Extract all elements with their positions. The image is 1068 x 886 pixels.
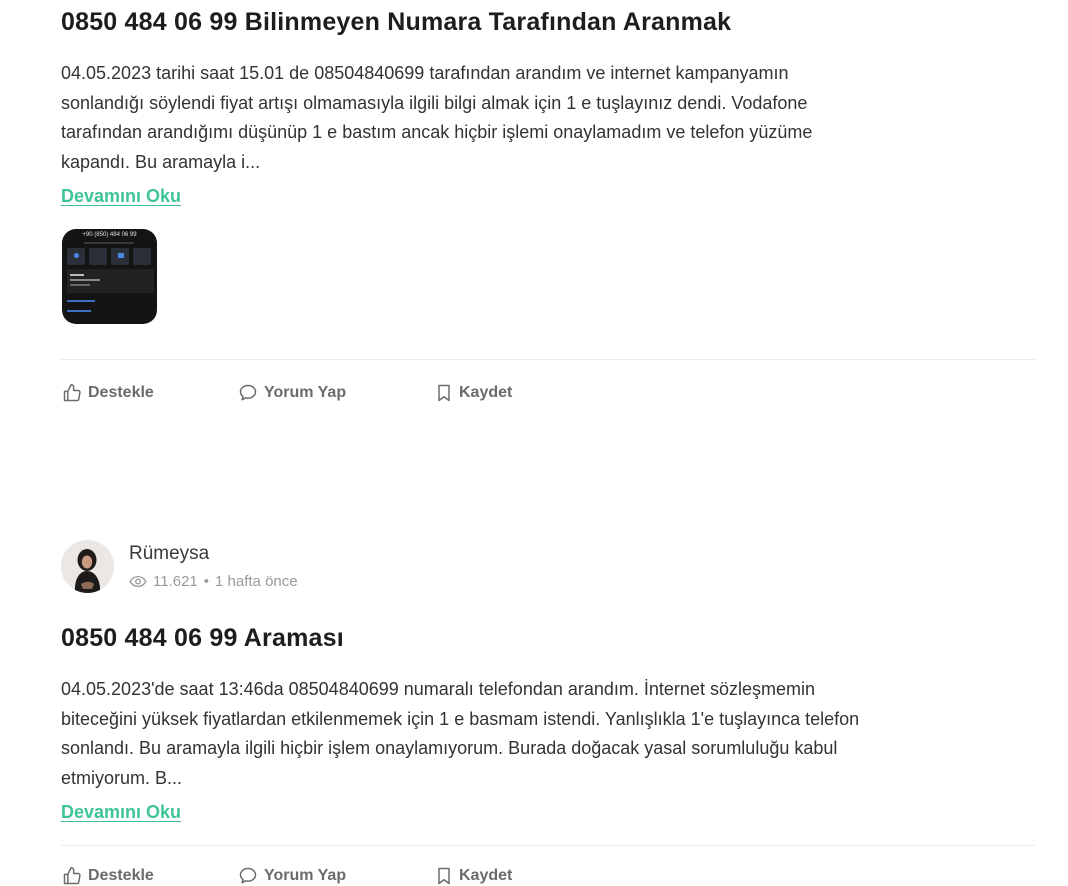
comment-icon [239,384,257,401]
avatar[interactable] [61,540,114,593]
view-count: 11.621 [153,573,198,590]
author-name[interactable]: Rümeysa [129,543,298,565]
call-control-cell [133,248,151,265]
complaint-title[interactable]: 0850 484 06 99 Araması [61,624,1035,653]
excerpt-line: biteceğini yüksek fiyatlardan etkilenmem… [61,708,860,729]
thumbs-up-icon [63,866,81,885]
excerpt-line: etmiyorum. B... [61,767,183,788]
action-bar: Destekle Yorum Yap Kaydet [61,383,512,403]
complaint-title[interactable]: 0850 484 06 99 Bilinmeyen Numara Tarafın… [61,8,1035,37]
screenshot-link-line [67,300,95,302]
excerpt-line: sonlandığı söylendi fiyat artışı olmamas… [61,92,808,113]
complaint-excerpt: 04.05.2023 tarihi saat 15.01 de 08504840… [61,59,1035,177]
author-info: Rümeysa 11.621 • 1 hafta önce [129,543,298,590]
comment-button[interactable]: Yorum Yap [237,866,434,886]
call-info-panel [67,269,154,293]
comment-button[interactable]: Yorum Yap [237,383,434,403]
support-label: Destekle [88,384,154,401]
comment-icon [239,867,257,884]
complaint-card: 0850 484 06 99 Bilinmeyen Numara Tarafın… [61,8,1035,207]
screenshot-link-line [67,310,91,312]
read-more-link[interactable]: Devamını Oku [61,802,181,823]
complaint-card: 0850 484 06 99 Araması 04.05.2023'de saa… [61,624,1035,823]
read-more-link[interactable]: Devamını Oku [61,186,181,207]
post-meta: 11.621 • 1 hafta önce [129,573,298,590]
save-button[interactable]: Kaydet [434,383,512,403]
attachment-caption: +90 (850) 484 06 99 [82,232,137,238]
thumbs-up-icon [63,383,81,402]
meta-separator: • [203,573,210,590]
complaint-excerpt: 04.05.2023'de saat 13:46da 08504840699 n… [61,675,1035,793]
call-control-cell [89,248,107,265]
call-control-cell [111,248,129,265]
excerpt-line: kapandı. Bu aramayla i... [61,151,261,172]
call-control-cell [67,248,85,265]
save-button[interactable]: Kaydet [434,866,512,886]
comment-label: Yorum Yap [264,867,347,884]
bookmark-icon [438,384,450,402]
card-divider [61,845,1035,846]
excerpt-line: 04.05.2023 tarihi saat 15.01 de 08504840… [61,63,789,83]
card-divider [61,359,1035,360]
excerpt-line: sonlandı. Bu aramayla ilgili hiçbir işle… [61,738,838,758]
save-label: Kaydet [459,384,513,401]
action-bar: Destekle Yorum Yap Kaydet [61,866,512,886]
call-controls [67,248,151,265]
bookmark-icon [438,867,450,885]
avatar-photo [61,540,114,593]
support-button[interactable]: Destekle [61,866,237,886]
comment-label: Yorum Yap [264,384,347,401]
author-block: Rümeysa 11.621 • 1 hafta önce [61,540,298,593]
eye-icon [129,575,147,588]
screenshot-line [84,242,134,244]
support-button[interactable]: Destekle [61,383,237,403]
excerpt-line: tarafından arandığımı düşünüp 1 e bastım… [61,122,813,142]
post-time: 1 hafta önce [215,573,298,590]
excerpt-line: 04.05.2023'de saat 13:46da 08504840699 n… [61,679,815,699]
save-label: Kaydet [459,867,513,884]
attachment-thumbnail[interactable]: +90 (850) 484 06 99 [62,229,157,324]
support-label: Destekle [88,867,154,884]
